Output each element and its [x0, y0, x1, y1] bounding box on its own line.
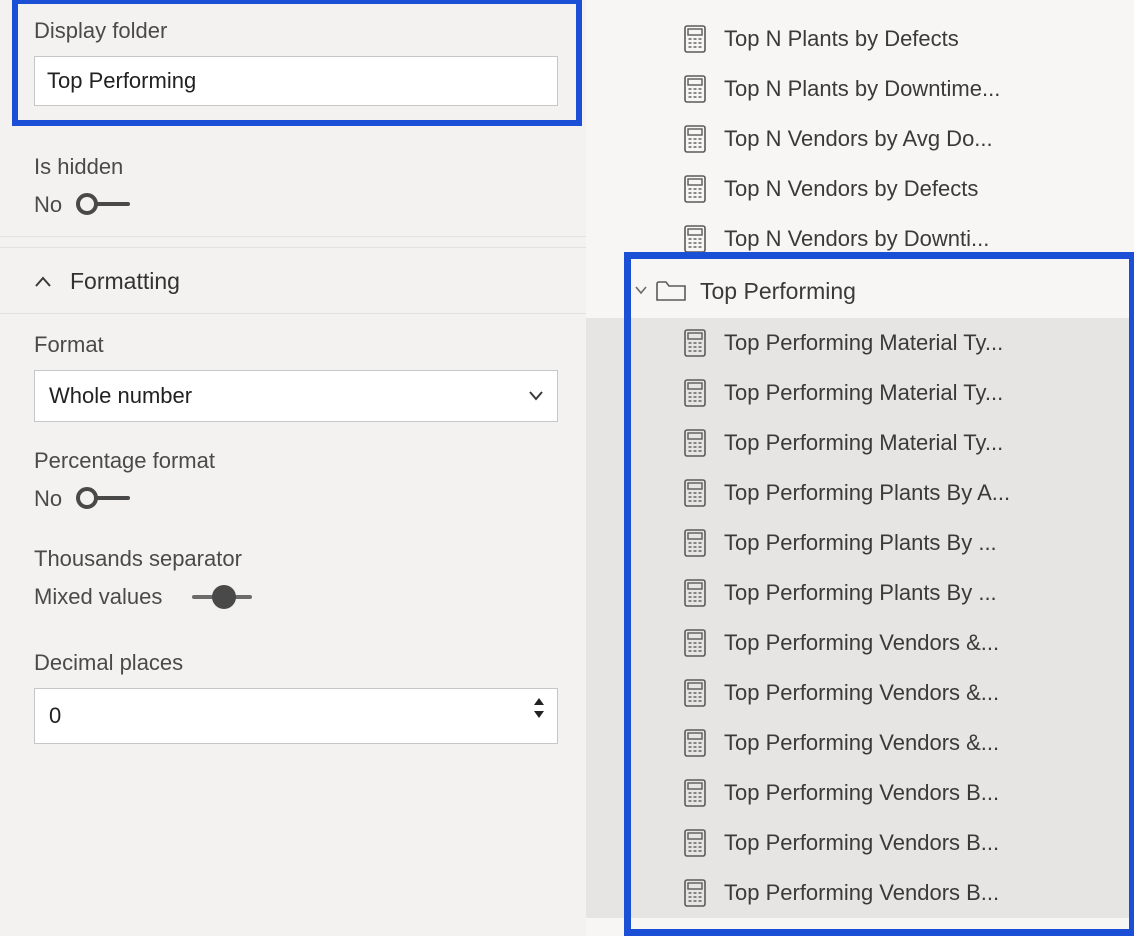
measure-icon: [684, 529, 706, 557]
percentage-format-group: Percentage format No: [0, 440, 586, 530]
display-folder-label: Display folder: [34, 18, 558, 44]
decimal-places-group: Decimal places 0: [0, 628, 586, 762]
field-item[interactable]: Top Performing Material Ty...: [586, 368, 1134, 418]
measure-icon: [684, 379, 706, 407]
field-item[interactable]: Top N Plants by Downtime...: [586, 64, 1134, 114]
field-item[interactable]: Top Performing Vendors B...: [586, 868, 1134, 918]
measure-icon: [684, 829, 706, 857]
field-label: Top N Plants by Downtime...: [724, 76, 1000, 102]
field-item[interactable]: Top Performing Vendors B...: [586, 768, 1134, 818]
measure-icon: [684, 729, 706, 757]
decimal-places-value: 0: [49, 703, 61, 729]
field-item[interactable]: Top Performing Material Ty...: [586, 318, 1134, 368]
measure-icon: [684, 175, 706, 203]
field-item[interactable]: Top Performing Vendors B...: [586, 818, 1134, 868]
percentage-format-value-text: No: [34, 486, 62, 512]
format-select[interactable]: Whole number: [34, 370, 558, 422]
measure-icon: [684, 429, 706, 457]
field-item[interactable]: Top Performing Vendors &...: [586, 618, 1134, 668]
is-hidden-value-text: No: [34, 192, 62, 218]
formatting-title: Formatting: [70, 268, 180, 295]
field-label: Top Performing Material Ty...: [724, 330, 1003, 356]
folder-top-performing[interactable]: Top Performing: [586, 264, 1134, 318]
field-label: Top N Vendors by Defects: [724, 176, 978, 202]
measure-icon: [684, 479, 706, 507]
folder-contents-selected: Top Performing Material Ty... Top Perfor…: [586, 318, 1134, 918]
spinner-up-icon[interactable]: [534, 698, 544, 705]
field-item[interactable]: Top Performing Material Ty...: [586, 418, 1134, 468]
field-label: Top Performing Material Ty...: [724, 430, 1003, 456]
fields-pane: Top N Plants by Defects Top N Plants by …: [586, 0, 1134, 936]
percentage-format-label: Percentage format: [34, 448, 558, 474]
folder-label: Top Performing: [700, 278, 856, 305]
field-label: Top Performing Vendors &...: [724, 630, 999, 656]
chevron-down-icon: [528, 388, 544, 404]
display-folder-input[interactable]: [34, 56, 558, 106]
format-select-value: Whole number: [49, 383, 192, 409]
chevron-down-icon: [634, 284, 648, 298]
format-group: Format Whole number: [0, 314, 586, 440]
field-item[interactable]: Top Performing Plants By A...: [586, 468, 1134, 518]
field-label: Top Performing Vendors B...: [724, 880, 999, 906]
formatting-section-header[interactable]: Formatting: [0, 247, 586, 314]
field-label: Top Performing Plants By ...: [724, 530, 997, 556]
field-label: Top N Vendors by Avg Do...: [724, 126, 993, 152]
thousands-separator-toggle[interactable]: [192, 585, 252, 609]
format-label: Format: [34, 332, 558, 358]
measure-icon: [684, 25, 706, 53]
measure-icon: [684, 679, 706, 707]
field-item[interactable]: Top N Vendors by Downti...: [586, 214, 1134, 264]
percentage-format-toggle[interactable]: [76, 487, 136, 511]
field-label: Top Performing Plants By A...: [724, 480, 1010, 506]
decimal-places-input[interactable]: 0: [34, 688, 558, 744]
measure-icon: [684, 75, 706, 103]
display-folder-group: Display folder: [0, 0, 586, 124]
measure-icon: [684, 125, 706, 153]
field-item[interactable]: Top N Vendors by Defects: [586, 164, 1134, 214]
chevron-up-icon: [34, 273, 52, 291]
field-label: Top Performing Vendors B...: [724, 830, 999, 856]
field-label: Top Performing Material Ty...: [724, 380, 1003, 406]
measure-icon: [684, 879, 706, 907]
measure-icon: [684, 579, 706, 607]
field-label: Top N Plants by Defects: [724, 26, 959, 52]
field-label: Top Performing Vendors B...: [724, 780, 999, 806]
field-label: Top Performing Vendors &...: [724, 680, 999, 706]
field-label: Top N Vendors by Downti...: [724, 226, 989, 252]
field-item[interactable]: Top Performing Vendors &...: [586, 718, 1134, 768]
measure-icon: [684, 779, 706, 807]
is-hidden-group: Is hidden No: [0, 124, 586, 237]
measure-icon: [684, 225, 706, 253]
field-label: Top Performing Plants By ...: [724, 580, 997, 606]
field-item[interactable]: Top Performing Vendors &...: [586, 668, 1134, 718]
folder-icon: [656, 279, 686, 303]
properties-pane: Display folder Is hidden No Formatting F…: [0, 0, 586, 936]
thousands-separator-value-text: Mixed values: [34, 584, 162, 610]
thousands-separator-group: Thousands separator Mixed values: [0, 530, 586, 628]
thousands-separator-label: Thousands separator: [34, 546, 558, 572]
field-item[interactable]: Top Performing Plants By ...: [586, 568, 1134, 618]
field-label: Top Performing Vendors &...: [724, 730, 999, 756]
decimal-places-label: Decimal places: [34, 650, 558, 676]
field-item[interactable]: Top N Plants by Defects: [586, 14, 1134, 64]
is-hidden-toggle[interactable]: [76, 193, 136, 217]
is-hidden-label: Is hidden: [34, 154, 558, 180]
measure-icon: [684, 629, 706, 657]
measure-icon: [684, 329, 706, 357]
field-item[interactable]: Top N Vendors by Avg Do...: [586, 114, 1134, 164]
spinner-down-icon[interactable]: [534, 711, 544, 718]
field-item[interactable]: Top Performing Plants By ...: [586, 518, 1134, 568]
